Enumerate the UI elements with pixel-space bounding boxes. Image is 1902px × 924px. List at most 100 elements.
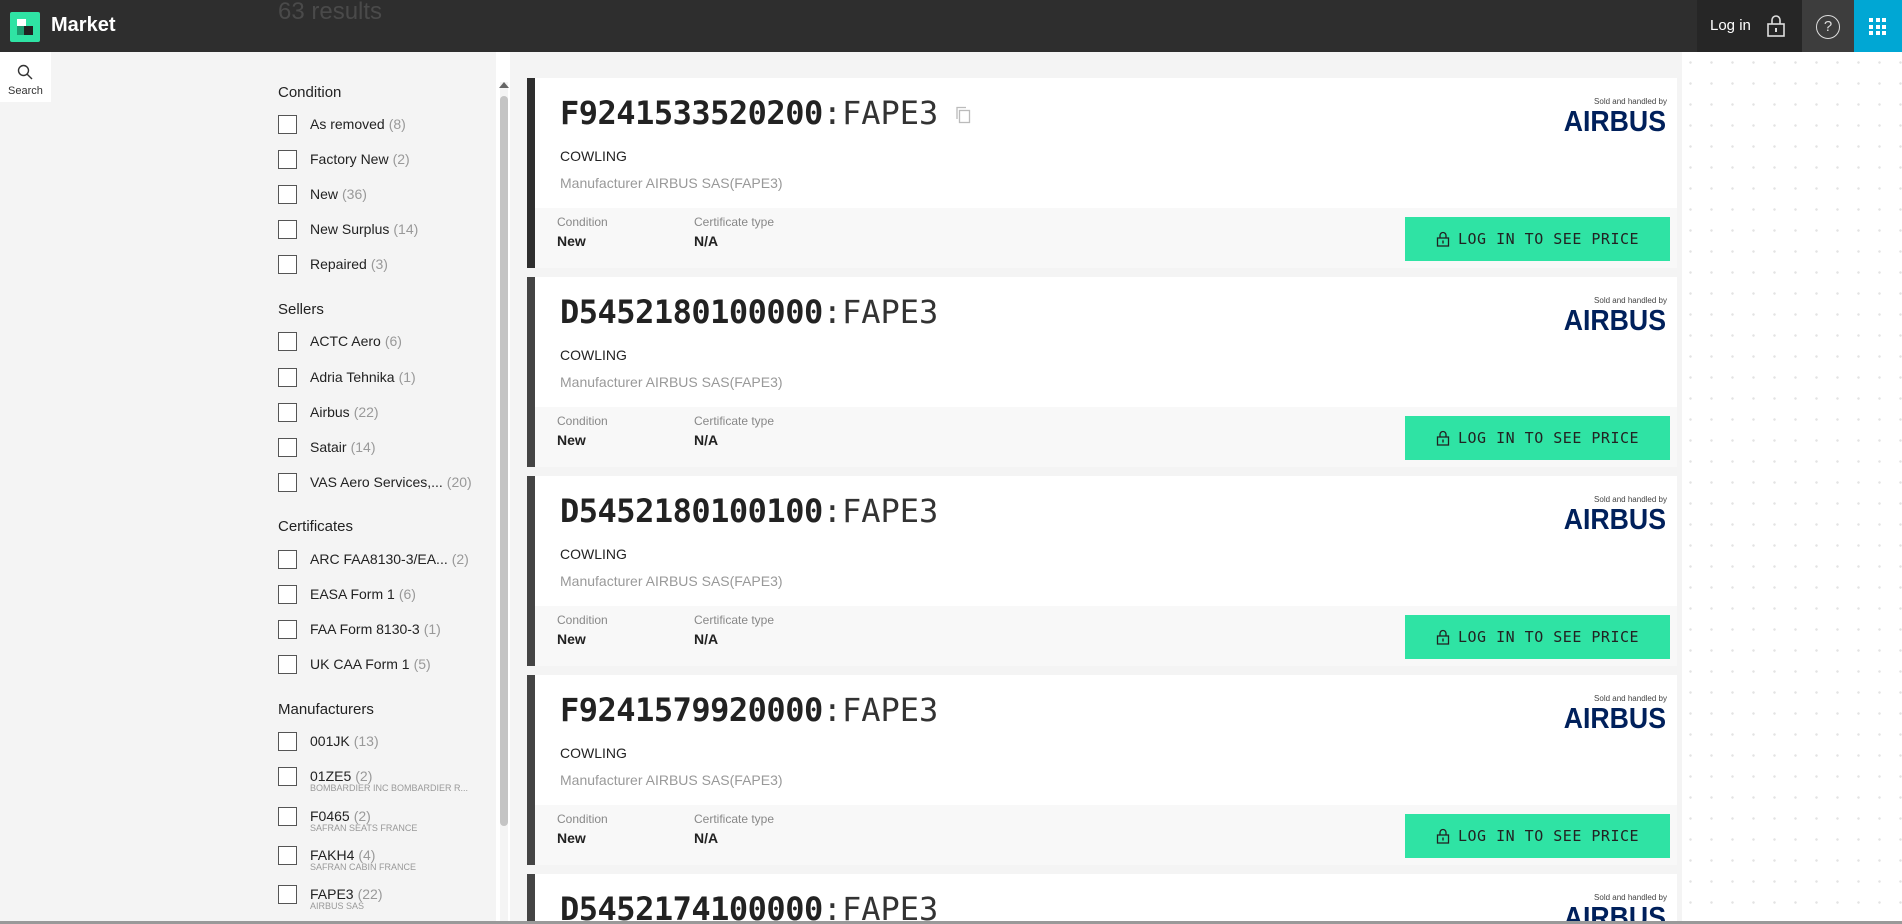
lock-icon <box>1436 828 1450 844</box>
filter-checkbox-uk-caa-form-1[interactable]: UK CAA Form 1 (5) <box>278 654 431 674</box>
filter-checkbox-001jk[interactable]: 001JK (13) <box>278 731 379 751</box>
listing-card[interactable]: F9241579920000:FAPE3 COWLING Manufacture… <box>527 675 1677 865</box>
checkbox[interactable] <box>278 367 297 387</box>
seller-logo: AIRBUS <box>1563 703 1666 735</box>
sold-by-label: Sold and handled by <box>1594 893 1667 902</box>
filter-checkbox-new-surplus[interactable]: New Surplus (14) <box>278 219 418 239</box>
certificate-value: N/A <box>694 233 719 249</box>
brand-title[interactable]: Market <box>51 14 115 37</box>
filter-checkbox-actc-aero[interactable]: ACTC Aero (6) <box>278 331 402 351</box>
search-icon[interactable] <box>17 64 33 80</box>
listing-card[interactable]: D5452174100000:FAPE3 Sold and handled by… <box>527 874 1677 921</box>
login-to-see-price-button[interactable]: LOG IN TO SEE PRICE <box>1405 615 1670 659</box>
condition-value: New <box>557 830 586 846</box>
seller-logo: AIRBUS <box>1563 305 1666 337</box>
filter-checkbox-as-removed[interactable]: As removed (8) <box>278 114 406 134</box>
filter-group-sellers-title: Sellers <box>278 301 324 318</box>
filter-scrollbar-thumb[interactable] <box>500 96 508 826</box>
filter-checkbox-new[interactable]: New (36) <box>278 184 367 204</box>
search-label[interactable]: Search <box>8 85 43 97</box>
part-manufacturer: Manufacturer AIRBUS SAS(FAPE3) <box>560 772 783 788</box>
manufacturer-subtitle: AIRBUS SAS <box>310 901 365 911</box>
listing-card[interactable]: D5452180100000:FAPE3 COWLING Manufacture… <box>527 277 1677 467</box>
login-label[interactable]: Log in <box>1710 17 1751 34</box>
part-number[interactable]: F9241579920000:FAPE3 <box>560 691 938 729</box>
part-manufacturer: Manufacturer AIRBUS SAS(FAPE3) <box>560 374 783 390</box>
manufacturer-subtitle: SAFRAN CABIN FRANCE <box>310 862 417 872</box>
checkbox[interactable] <box>278 254 297 274</box>
filter-checkbox-airbus[interactable]: Airbus (22) <box>278 402 379 422</box>
filter-checkbox-satair[interactable]: Satair (14) <box>278 437 375 457</box>
checkbox[interactable] <box>278 654 297 674</box>
checkbox[interactable] <box>278 149 297 169</box>
sold-by-label: Sold and handled by <box>1594 97 1667 106</box>
certificate-value: N/A <box>694 432 719 448</box>
apps-grid-icon[interactable] <box>1869 18 1886 35</box>
certificate-value: N/A <box>694 631 719 647</box>
lock-icon <box>1436 430 1450 446</box>
part-number[interactable]: D5452180100000:FAPE3 <box>560 293 938 331</box>
filter-checkbox-01ze5[interactable]: 01ZE5 (2) BOMBARDIER INC BOMBARDIER R... <box>278 766 468 793</box>
filter-checkbox-adria-tehnika[interactable]: Adria Tehnika (1) <box>278 367 416 387</box>
checkbox[interactable] <box>278 731 297 751</box>
filter-group-condition-title: Condition <box>278 84 342 101</box>
copy-icon[interactable] <box>955 106 971 124</box>
certificate-label: Certificate type <box>694 414 775 428</box>
part-number[interactable]: F9241533520200:FAPE3 <box>560 94 938 132</box>
filter-group-certificates-title: Certificates <box>278 518 354 535</box>
condition-value: New <box>557 233 586 249</box>
help-icon[interactable]: ? <box>1816 15 1840 39</box>
login-to-see-price-button[interactable]: LOG IN TO SEE PRICE <box>1405 416 1670 460</box>
seller-logo: AIRBUS <box>1563 902 1666 921</box>
filter-checkbox-fakh4[interactable]: FAKH4 (4) SAFRAN CABIN FRANCE <box>278 845 416 872</box>
condition-value: New <box>557 631 586 647</box>
lock-icon <box>1436 231 1450 247</box>
part-number[interactable]: D5452180100100:FAPE3 <box>560 492 938 530</box>
part-description: COWLING <box>560 745 627 761</box>
login-to-see-price-button[interactable]: LOG IN TO SEE PRICE <box>1405 217 1670 261</box>
filter-checkbox-arc-faa[interactable]: ARC FAA8130-3/EA... (2) <box>278 549 469 569</box>
filter-checkbox-easa-form-1[interactable]: EASA Form 1 (6) <box>278 584 416 604</box>
lock-icon[interactable] <box>1765 14 1787 38</box>
part-description: COWLING <box>560 148 627 164</box>
listing-card[interactable]: F9241533520200:FAPE3 COWLING Manufacture… <box>527 78 1677 268</box>
checkbox[interactable] <box>278 184 297 204</box>
filter-checkbox-factory-new[interactable]: Factory New (2) <box>278 149 410 169</box>
condition-label: Condition <box>557 414 608 428</box>
filter-checkbox-faa-form-8130[interactable]: FAA Form 8130-3 (1) <box>278 619 441 639</box>
manufacturer-subtitle: SAFRAN SEATS FRANCE <box>310 823 418 833</box>
part-manufacturer: Manufacturer AIRBUS SAS(FAPE3) <box>560 573 783 589</box>
checkbox[interactable] <box>278 884 297 904</box>
part-manufacturer: Manufacturer AIRBUS SAS(FAPE3) <box>560 175 783 191</box>
checkbox[interactable] <box>278 402 297 422</box>
left-rail-background <box>0 102 51 922</box>
condition-label: Condition <box>557 613 608 627</box>
sold-by-label: Sold and handled by <box>1594 296 1667 305</box>
filter-checkbox-f0465[interactable]: F0465 (2) SAFRAN SEATS FRANCE <box>278 806 417 833</box>
filter-group-manufacturers-title: Manufacturers <box>278 701 374 718</box>
scroll-up-arrow-icon[interactable] <box>499 82 509 88</box>
filter-checkbox-fape3[interactable]: FAPE3 (22) AIRBUS SAS <box>278 884 383 911</box>
certificate-label: Certificate type <box>694 215 775 229</box>
app-logo-icon[interactable] <box>10 12 40 42</box>
login-to-see-price-button[interactable]: LOG IN TO SEE PRICE <box>1405 814 1670 858</box>
part-description: COWLING <box>560 347 627 363</box>
checkbox[interactable] <box>278 331 297 351</box>
filter-checkbox-repaired[interactable]: Repaired (3) <box>278 254 388 274</box>
condition-label: Condition <box>557 812 608 826</box>
checkbox[interactable] <box>278 584 297 604</box>
part-number[interactable]: D5452174100000:FAPE3 <box>560 890 938 921</box>
seller-logo: AIRBUS <box>1563 504 1666 536</box>
checkbox[interactable] <box>278 549 297 569</box>
checkbox[interactable] <box>278 845 297 865</box>
checkbox[interactable] <box>278 219 297 239</box>
checkbox[interactable] <box>278 619 297 639</box>
checkbox[interactable] <box>278 114 297 134</box>
listing-card[interactable]: D5452180100100:FAPE3 COWLING Manufacture… <box>527 476 1677 666</box>
checkbox[interactable] <box>278 437 297 457</box>
checkbox[interactable] <box>278 806 297 826</box>
checkbox[interactable] <box>278 472 297 492</box>
filter-checkbox-vas-aero[interactable]: VAS Aero Services,... (20) <box>278 472 472 492</box>
checkbox[interactable] <box>278 766 297 786</box>
seller-logo: AIRBUS <box>1563 106 1666 138</box>
